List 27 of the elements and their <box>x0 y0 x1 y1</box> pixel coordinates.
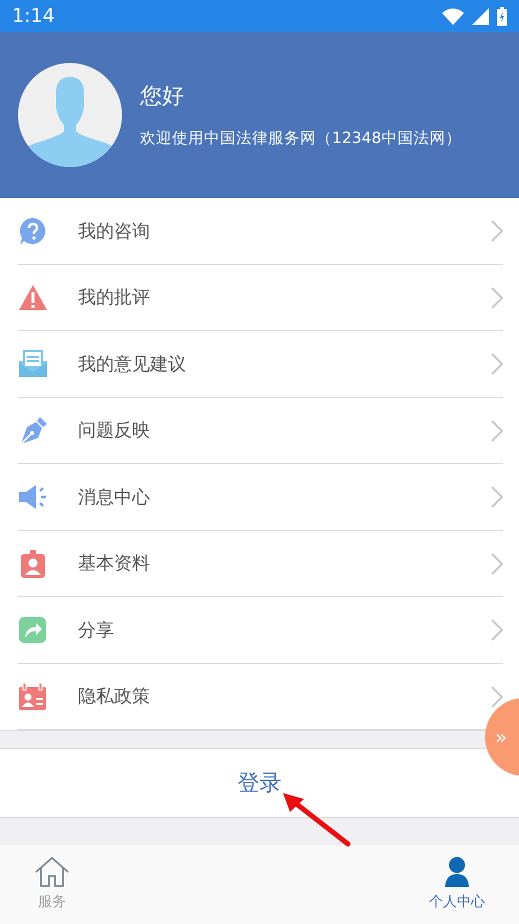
share-icon <box>18 615 48 646</box>
avatar-icon <box>18 63 122 167</box>
chevron-right-icon <box>491 420 503 442</box>
contact-card-icon <box>18 682 48 712</box>
warning-icon <box>18 282 48 313</box>
annotation-arrow <box>280 790 352 848</box>
welcome-text: 欢迎使用中国法律服务网（12348中国法网） <box>140 128 462 149</box>
chevron-right-icon <box>491 286 503 309</box>
home-icon <box>34 856 70 888</box>
chevron-right-icon <box>491 686 503 708</box>
signal-icon <box>472 8 489 24</box>
tab[interactable]: 个人中心 <box>419 850 495 919</box>
person-icon <box>444 856 470 888</box>
greeting-text: 您好 <box>140 82 185 111</box>
clock-time: 1:14 <box>12 4 55 29</box>
envelope-icon <box>18 349 48 380</box>
chevron-right-icon <box>491 619 503 642</box>
login-button[interactable]: 登录 <box>234 764 286 802</box>
chevron-right-icon <box>491 220 503 242</box>
chevron-right-icon <box>491 552 503 575</box>
id-badge-icon <box>18 548 48 579</box>
chevron-right-icon <box>491 353 503 376</box>
chevron-right-icon <box>491 486 503 508</box>
battery-icon <box>497 6 507 26</box>
wifi-icon <box>442 8 464 24</box>
fountain-pen-icon <box>18 416 48 446</box>
question-icon <box>18 216 48 246</box>
